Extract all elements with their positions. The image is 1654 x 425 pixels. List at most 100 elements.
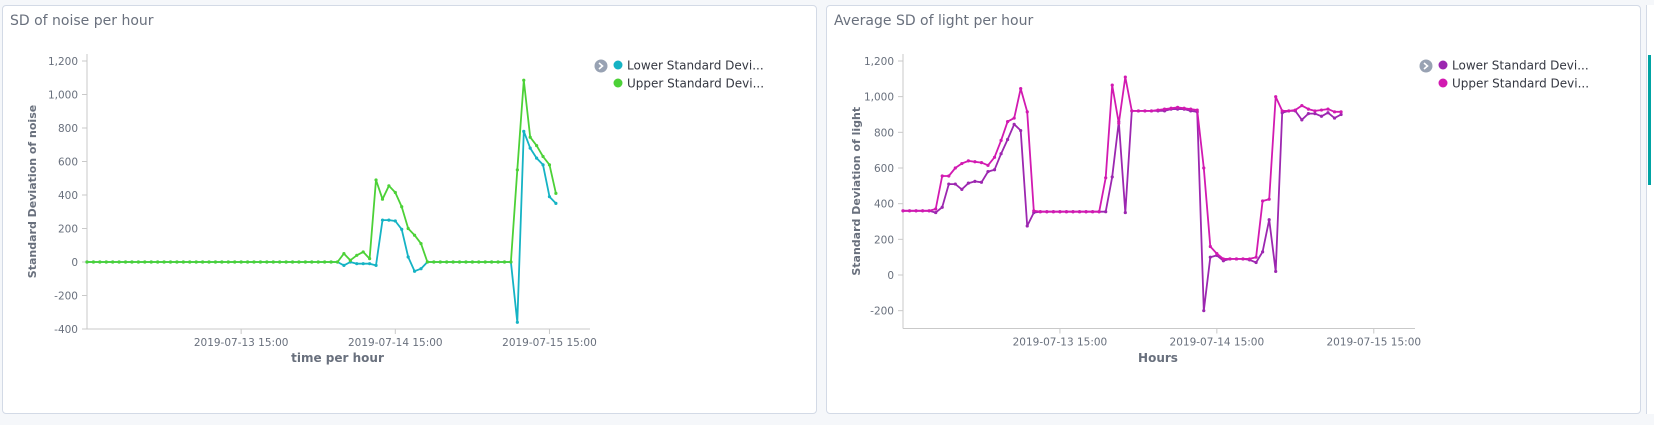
data-point (953, 182, 957, 186)
data-point (1019, 128, 1023, 133)
data-point (445, 260, 449, 264)
data-point (907, 209, 912, 213)
data-point (940, 174, 944, 178)
y-tick-label: 600 (874, 163, 894, 175)
data-point (1149, 109, 1154, 113)
data-point (1019, 87, 1023, 91)
data-point (143, 260, 147, 264)
data-point (901, 209, 905, 213)
data-point (297, 260, 301, 264)
data-point (425, 260, 430, 264)
data-point (265, 260, 269, 264)
y-tick-label: 400 (58, 190, 78, 202)
data-point (1300, 118, 1304, 122)
data-point (992, 155, 997, 159)
legend-item[interactable]: Lower Standard Devi... (1438, 59, 1589, 73)
data-point (290, 260, 295, 264)
data-point (278, 260, 282, 264)
x-tick-label: 2019-07-15 15:00 (502, 337, 597, 349)
data-point (412, 233, 417, 237)
data-point (966, 181, 970, 185)
data-point (380, 197, 385, 201)
legend-toggle-circle (594, 59, 608, 73)
data-point (85, 260, 89, 264)
data-point (1339, 110, 1343, 114)
data-point (226, 260, 230, 264)
data-point (1064, 210, 1069, 214)
data-point (393, 219, 397, 223)
legend-toggle-button[interactable] (1419, 59, 1433, 73)
data-point (547, 163, 552, 167)
legend-item[interactable]: Upper Standard Devi... (1438, 77, 1590, 91)
y-tick-label: 600 (58, 157, 78, 169)
data-point (406, 226, 410, 231)
data-point (239, 260, 243, 264)
data-point (1274, 269, 1278, 274)
data-point (335, 260, 340, 264)
data-point (1189, 107, 1193, 111)
data-point (1293, 108, 1297, 112)
data-point (156, 260, 160, 264)
data-point (522, 78, 526, 82)
data-point (1326, 107, 1330, 111)
data-point (271, 260, 275, 264)
data-point (999, 138, 1003, 142)
data-point (1006, 120, 1010, 124)
data-point (986, 163, 990, 167)
data-point (960, 161, 964, 166)
data-point (1280, 109, 1284, 113)
data-point (528, 146, 532, 150)
data-point (1254, 260, 1258, 265)
data-point (547, 195, 552, 199)
data-point (1110, 83, 1114, 87)
data-point (1071, 210, 1075, 214)
x-tick-label: 2019-07-13 15:00 (1013, 337, 1108, 349)
data-point (387, 184, 391, 188)
data-point (1208, 244, 1212, 249)
data-point (162, 260, 166, 264)
x-axis-title: Hours (1138, 351, 1178, 365)
data-point (1261, 250, 1265, 254)
data-point (966, 159, 970, 163)
x-tick-label: 2019-07-15 15:00 (1326, 337, 1421, 349)
data-point (342, 252, 346, 256)
data-point (149, 260, 153, 264)
data-point (986, 169, 990, 174)
data-point (400, 227, 404, 231)
data-point (515, 168, 519, 172)
y-tick-label: 1,200 (864, 56, 894, 68)
y-tick-label: 800 (58, 123, 78, 135)
data-point (1032, 209, 1036, 213)
legend-item[interactable]: Upper Standard Devi... (613, 77, 765, 91)
data-point (979, 180, 984, 184)
data-point (1091, 210, 1095, 214)
legend-toggle-button[interactable] (594, 59, 608, 73)
data-point (1267, 197, 1271, 201)
legend-item[interactable]: Lower Standard Devi... (613, 59, 764, 73)
data-point (1058, 210, 1062, 214)
data-point (284, 260, 288, 264)
data-point (1267, 218, 1271, 222)
data-point (175, 260, 179, 264)
data-point (1274, 95, 1278, 99)
data-point (921, 209, 925, 213)
data-point (1215, 252, 1219, 256)
data-point (1012, 116, 1016, 120)
data-point (419, 267, 423, 271)
series-line-upper (87, 79, 557, 263)
y-tick-label: 800 (874, 127, 894, 139)
y-tick-label: -200 (870, 306, 894, 318)
data-point (483, 260, 487, 264)
data-point (1123, 75, 1127, 79)
data-point (342, 263, 346, 267)
y-tick-label: 1,200 (48, 56, 78, 68)
data-point (947, 182, 951, 186)
data-point (1261, 199, 1265, 203)
light-chart-panel: Average SD of light per hour -200 0 200 400… (826, 5, 1641, 414)
x-tick-label: 2019-07-14 15:00 (348, 337, 443, 349)
data-point (181, 260, 185, 264)
data-point (470, 260, 474, 264)
data-point (419, 241, 423, 246)
data-point (368, 262, 372, 266)
data-point (992, 168, 997, 172)
